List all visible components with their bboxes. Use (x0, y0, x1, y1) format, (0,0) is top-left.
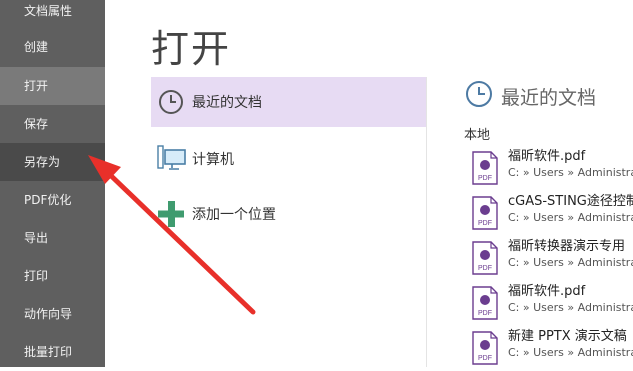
sidebar-item-save-as[interactable]: 另存为 (0, 143, 105, 181)
pdf-file-icon: PDF (472, 286, 498, 320)
file-name: cGAS-STING途径控制 (508, 194, 633, 209)
sidebar-item-create[interactable]: 创建 (0, 28, 105, 66)
recent-title: 最近的文档 (501, 87, 597, 109)
sidebar-item-batch-print[interactable]: 批量打印 (0, 333, 105, 371)
svg-text:PDF: PDF (478, 355, 492, 362)
file-path: C: » Users » Administra (508, 301, 633, 314)
location-label: 计算机 (192, 152, 234, 168)
location-list: 最近的文档 计算机 添加一个位置 (151, 77, 427, 367)
file-path: C: » Users » Administra (508, 166, 633, 179)
pdf-file-icon: PDF (472, 196, 498, 230)
file-path: C: » Users » Administra (508, 256, 633, 269)
clock-icon (466, 81, 492, 107)
pdf-file-icon: PDF (472, 151, 498, 185)
recent-file-item[interactable]: PDF 新建 PPTX 演示文稿 C: » Users » Administra (472, 325, 633, 367)
location-label: 添加一个位置 (192, 207, 276, 223)
section-label-local: 本地 (464, 128, 491, 143)
svg-text:PDF: PDF (478, 220, 492, 227)
location-item-computer[interactable]: 计算机 (151, 134, 426, 184)
svg-text:PDF: PDF (478, 310, 492, 317)
sidebar-item-document-properties[interactable]: 文档属性 (0, 0, 105, 30)
svg-text:PDF: PDF (478, 175, 492, 182)
location-label: 最近的文档 (192, 95, 262, 111)
computer-icon (157, 145, 186, 170)
file-name: 福昕软件.pdf (508, 149, 586, 164)
clock-icon (159, 90, 183, 114)
recent-documents-panel: 最近的文档 本地 PDF 福昕软件.pdf C: » Users » Admin… (463, 77, 633, 367)
svg-text:PDF: PDF (478, 265, 492, 272)
location-item-recent[interactable]: 最近的文档 (151, 77, 426, 127)
plus-icon (158, 201, 184, 227)
sidebar-item-action-wizard[interactable]: 动作向导 (0, 295, 105, 333)
sidebar-item-export[interactable]: 导出 (0, 219, 105, 257)
pdf-file-icon: PDF (472, 331, 498, 365)
sidebar: 文档属性 创建 打开 保存 另存为 PDF优化 导出 打印 动作向导 批量打印 (0, 0, 105, 367)
file-path: C: » Users » Administra (508, 346, 633, 359)
recent-file-item[interactable]: PDF 福昕软件.pdf C: » Users » Administra (472, 145, 633, 189)
file-name: 福昕软件.pdf (508, 284, 586, 299)
recent-file-item[interactable]: PDF cGAS-STING途径控制 C: » Users » Administ… (472, 190, 633, 234)
file-name: 新建 PPTX 演示文稿 (508, 329, 627, 344)
recent-file-item[interactable]: PDF 福昕软件.pdf C: » Users » Administra (472, 280, 633, 324)
sidebar-item-open[interactable]: 打开 (0, 67, 105, 105)
sidebar-item-save[interactable]: 保存 (0, 105, 105, 143)
sidebar-item-print[interactable]: 打印 (0, 257, 105, 295)
file-name: 福昕转换器演示专用 (508, 239, 626, 254)
location-item-add-place[interactable]: 添加一个位置 (151, 189, 426, 239)
recent-file-item[interactable]: PDF 福昕转换器演示专用 C: » Users » Administra (472, 235, 633, 279)
file-path: C: » Users » Administra (508, 211, 633, 224)
pdf-file-icon: PDF (472, 241, 498, 275)
page-title: 打开 (151, 27, 232, 71)
sidebar-item-pdf-optimize[interactable]: PDF优化 (0, 181, 105, 219)
